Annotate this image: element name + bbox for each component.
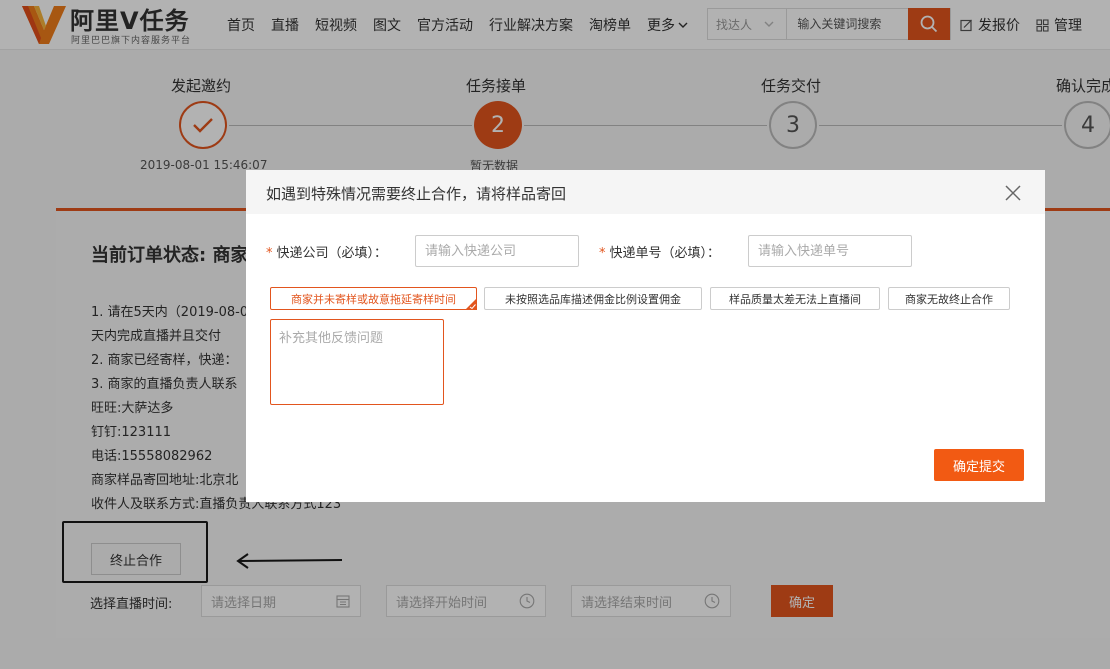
reason-tag-selected[interactable]: 商家并未寄样或故意拖延寄样时间 <box>270 287 477 310</box>
express-company-label-text: 快递公司（必填）： <box>276 246 388 261</box>
close-icon[interactable] <box>1004 184 1022 202</box>
required-mark: * <box>266 246 273 261</box>
reason-tag[interactable]: 商家无故终止合作 <box>888 287 1010 310</box>
feedback-textarea[interactable] <box>270 319 444 405</box>
reason-tag-label: 商家并未寄样或故意拖延寄样时间 <box>291 292 456 306</box>
reason-tag[interactable]: 未按照选品库描述佣金比例设置佣金 <box>484 287 702 310</box>
reason-tag[interactable]: 样品质量太差无法上直播间 <box>710 287 880 310</box>
reason-tag-label: 商家无故终止合作 <box>905 292 993 306</box>
required-mark: * <box>599 246 606 261</box>
reason-tag-label: 样品质量太差无法上直播间 <box>729 292 861 306</box>
annotation-arrow-icon <box>236 553 343 569</box>
express-company-label: * 快递公司（必填）： <box>266 242 387 261</box>
dialog-header: 如遇到特殊情况需要终止合作，请将样品寄回 <box>246 170 1045 214</box>
tracking-number-input[interactable] <box>748 235 912 267</box>
selected-corner-check-icon <box>465 298 477 310</box>
terminate-dialog: 如遇到特殊情况需要终止合作，请将样品寄回 *快递公司（必填）： *快递单号（必填… <box>246 170 1045 502</box>
reason-tag-label: 未按照选品库描述佣金比例设置佣金 <box>505 292 681 306</box>
submit-button[interactable]: 确定提交 <box>934 449 1024 481</box>
tracking-number-label: * 快递单号（必填）： <box>599 242 720 261</box>
dialog-title: 如遇到特殊情况需要终止合作，请将样品寄回 <box>266 185 567 203</box>
annotation-highlight-box <box>62 521 208 583</box>
express-company-input[interactable] <box>415 235 579 267</box>
tracking-number-label-text: 快递单号（必填）： <box>609 246 721 261</box>
